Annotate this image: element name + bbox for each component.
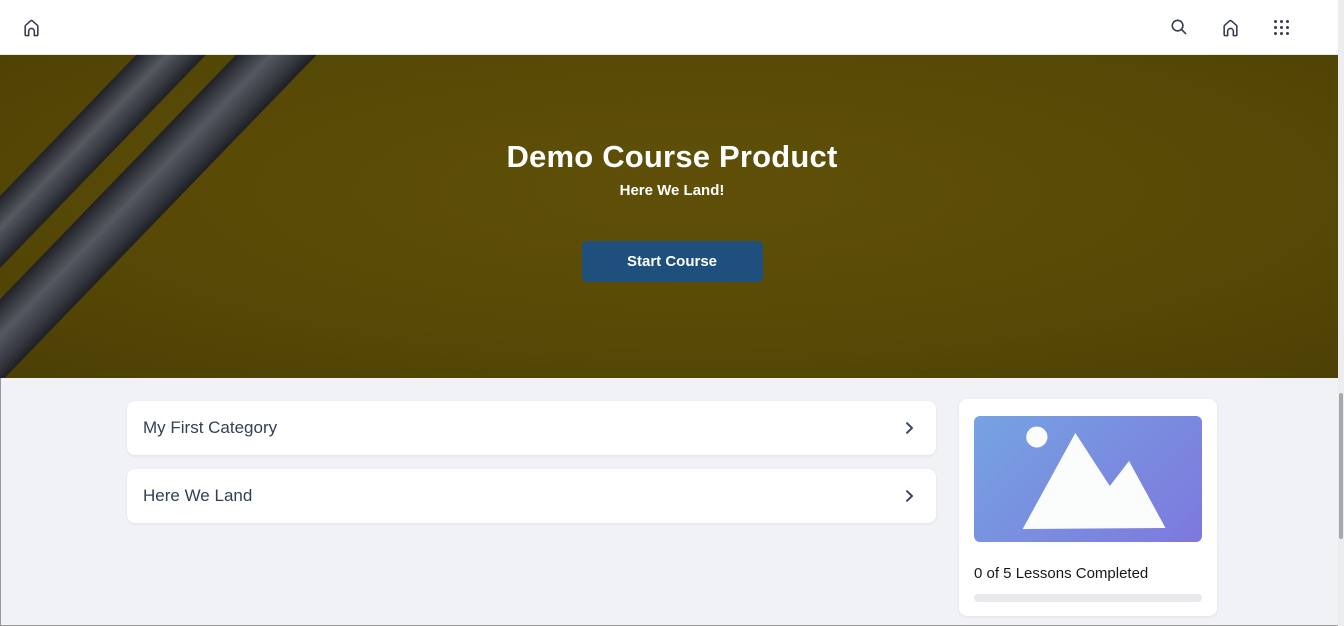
category-list: My First Category Here We Land (127, 401, 936, 537)
chevron-right-icon (901, 488, 917, 504)
scrollbar-thumb[interactable] (1339, 393, 1343, 539)
category-row-here-we-land[interactable]: Here We Land (127, 469, 936, 523)
dashboard-home-button[interactable] (1211, 8, 1249, 46)
course-progress-card: 0 of 5 Lessons Completed (959, 399, 1217, 616)
course-title: Demo Course Product (506, 139, 837, 175)
search-button[interactable] (1160, 8, 1198, 46)
home-icon (1221, 18, 1240, 37)
home-icon (22, 18, 41, 37)
start-course-button[interactable]: Start Course (582, 241, 763, 282)
hero-banner: Demo Course Product Here We Land! Start … (0, 55, 1344, 378)
course-subtitle: Here We Land! (620, 182, 725, 200)
lessons-completed-label: 0 of 5 Lessons Completed (974, 564, 1202, 584)
course-thumbnail (974, 416, 1202, 542)
hero-content: Demo Course Product Here We Land! Start … (0, 55, 1344, 378)
apps-grid-icon (1273, 19, 1290, 36)
category-row-my-first-category[interactable]: My First Category (127, 401, 936, 455)
image-placeholder-icon (974, 416, 1202, 542)
top-navigation-bar (0, 0, 1344, 55)
category-label: My First Category (143, 418, 277, 438)
course-landing-page: Demo Course Product Here We Land! Start … (0, 0, 1344, 626)
search-icon (1170, 18, 1188, 36)
scrollbar-track[interactable] (1338, 0, 1344, 626)
main-content: My First Category Here We Land (127, 401, 1217, 616)
apps-menu-button[interactable] (1262, 8, 1300, 46)
chevron-right-icon (901, 420, 917, 436)
progress-bar (974, 594, 1202, 602)
topbar-actions (1160, 8, 1300, 46)
category-label: Here We Land (143, 486, 252, 506)
home-button[interactable] (12, 8, 50, 46)
